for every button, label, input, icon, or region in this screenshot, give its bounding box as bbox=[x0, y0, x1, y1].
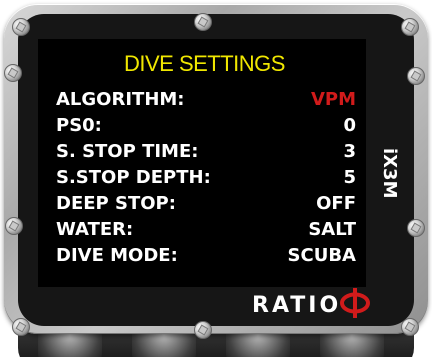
screw-icon bbox=[4, 64, 22, 82]
setting-row-algorithm: ALGORITHM: VPM bbox=[56, 88, 356, 112]
setting-value: 5 bbox=[343, 167, 356, 188]
setting-row-water: WATER: SALT bbox=[56, 218, 356, 242]
setting-value: SALT bbox=[308, 219, 356, 240]
screw-icon bbox=[407, 219, 425, 237]
setting-label: PS0: bbox=[56, 115, 102, 136]
setting-label: WATER: bbox=[56, 219, 134, 240]
setting-row-safety-stop-depth: S.STOP DEPTH: 5 bbox=[56, 166, 356, 190]
setting-label: ALGORITHM: bbox=[56, 89, 185, 110]
dive-computer: DIVE SETTINGS ALGORITHM: VPM PS0: 0 S. S… bbox=[0, 0, 432, 357]
setting-value: OFF bbox=[316, 193, 356, 214]
model-label: iX3M bbox=[379, 148, 400, 199]
phi-icon bbox=[340, 288, 370, 318]
screw-icon bbox=[194, 13, 212, 31]
setting-value: VPM bbox=[310, 89, 356, 110]
screw-icon bbox=[401, 18, 419, 36]
setting-row-ps0: PS0: 0 bbox=[56, 114, 356, 138]
screw-icon bbox=[5, 217, 23, 235]
setting-label: DEEP STOP: bbox=[56, 193, 176, 214]
screw-icon bbox=[401, 318, 419, 336]
setting-label: S. STOP TIME: bbox=[56, 141, 199, 162]
screw-icon bbox=[407, 67, 425, 85]
screen-title: DIVE SETTINGS bbox=[124, 51, 285, 76]
setting-value: 3 bbox=[343, 141, 356, 162]
setting-label: DIVE MODE: bbox=[56, 245, 178, 266]
screw-icon bbox=[194, 321, 212, 339]
screw-icon bbox=[12, 318, 30, 336]
setting-value: SCUBA bbox=[287, 245, 356, 266]
setting-label: S.STOP DEPTH: bbox=[56, 167, 211, 188]
setting-row-safety-stop-time: S. STOP TIME: 3 bbox=[56, 140, 356, 164]
screw-icon bbox=[12, 18, 30, 36]
setting-row-deep-stop: DEEP STOP: OFF bbox=[56, 192, 356, 216]
setting-row-dive-mode: DIVE MODE: SCUBA bbox=[56, 244, 356, 268]
setting-value: 0 bbox=[343, 115, 356, 136]
brand-logo-text: RATIO bbox=[252, 293, 342, 318]
